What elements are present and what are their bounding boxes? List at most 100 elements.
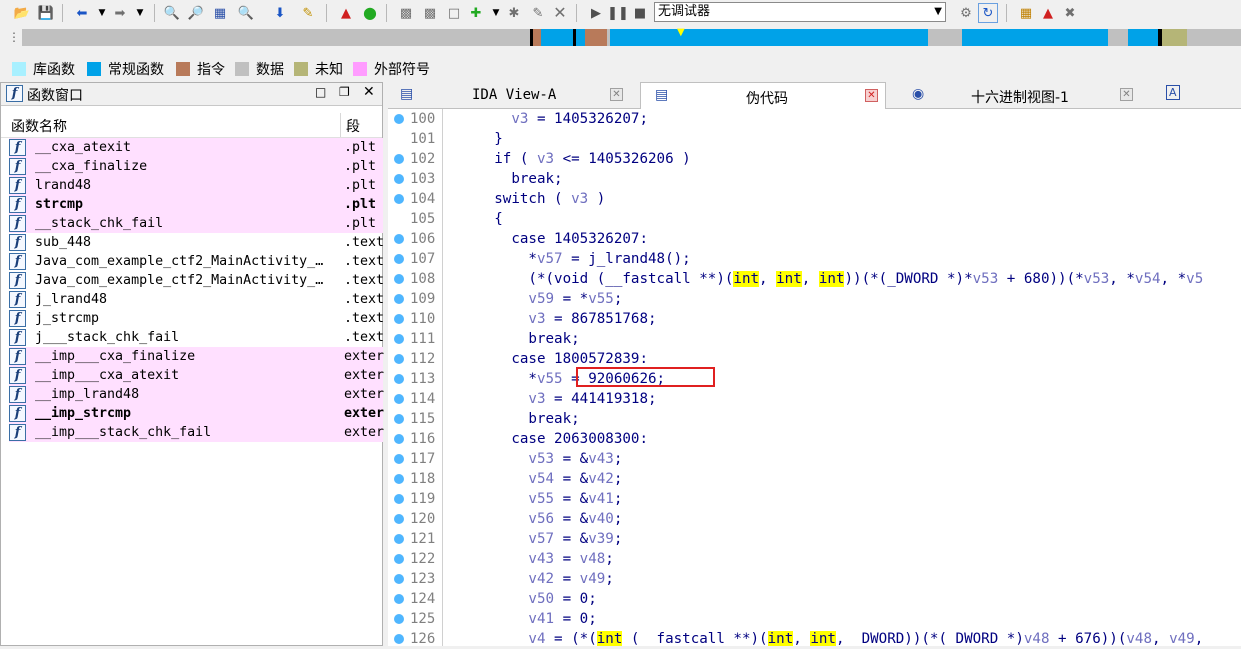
function-row[interactable]: f __imp___cxa_atexit extern: [9, 366, 384, 385]
line-number[interactable]: 126: [388, 629, 442, 649]
code-line[interactable]: case 2063008300:: [443, 429, 648, 449]
breakpoint-dot-icon[interactable]: [394, 554, 404, 564]
function-row[interactable]: f __imp_lrand48 extern: [9, 385, 384, 404]
code-line[interactable]: {: [443, 209, 503, 229]
line-number[interactable]: 119: [388, 489, 442, 509]
patch-icon[interactable]: ✱: [504, 3, 524, 23]
code-line[interactable]: v41 = 0;: [443, 609, 596, 629]
function-row[interactable]: f Java_com_example_ctf2_MainActivity_… .te…: [9, 271, 384, 290]
function-row[interactable]: f __stack_chk_fail .plt: [9, 214, 383, 233]
line-number[interactable]: 122: [388, 549, 442, 569]
breakpoint-dot-icon[interactable]: [394, 294, 404, 304]
close-plugin-icon[interactable]: ✖: [1060, 3, 1080, 23]
breakpoint-dot-icon[interactable]: [394, 314, 404, 324]
jump-down-icon[interactable]: ⬇: [270, 3, 290, 23]
line-number[interactable]: 125: [388, 609, 442, 629]
line-number[interactable]: 121: [388, 529, 442, 549]
line-number[interactable]: 103: [388, 169, 442, 189]
tab-close-icon[interactable]: ✕: [610, 88, 623, 101]
code-line[interactable]: v3 = 1405326207;: [443, 109, 648, 129]
code-line[interactable]: *v57 = j_lrand48();: [443, 249, 690, 269]
code-line[interactable]: v57 = &v39;: [443, 529, 622, 549]
code-line[interactable]: case 1800572839:: [443, 349, 648, 369]
function-row[interactable]: f j_strcmp .text: [9, 309, 384, 328]
code-line[interactable]: switch ( v3 ): [443, 189, 605, 209]
line-number[interactable]: 118: [388, 469, 442, 489]
search-text-icon[interactable]: 🔍: [162, 3, 182, 23]
function-row[interactable]: f j_lrand48 .text: [9, 290, 384, 309]
close-icon[interactable]: ✕: [363, 84, 375, 100]
pause-icon[interactable]: ❚❚: [607, 3, 629, 23]
breakpoint-dot-icon[interactable]: [394, 534, 404, 544]
breakpoint-dot-icon[interactable]: [394, 114, 404, 124]
line-number[interactable]: 109: [388, 289, 442, 309]
breakpoint-dot-icon[interactable]: [394, 454, 404, 464]
create-function-icon[interactable]: ▩: [396, 3, 416, 23]
code-line[interactable]: v43 = v48;: [443, 549, 613, 569]
line-number[interactable]: 105: [388, 209, 442, 229]
close-x-icon[interactable]: ✕: [550, 3, 570, 23]
line-number[interactable]: 106: [388, 229, 442, 249]
float-window-icon[interactable]: ❐: [339, 85, 350, 99]
code-line[interactable]: case 1405326207:: [443, 229, 648, 249]
breakpoint-dot-icon[interactable]: [394, 494, 404, 504]
code-line[interactable]: v50 = 0;: [443, 589, 596, 609]
column-header-name[interactable]: 函数名称: [11, 116, 67, 136]
breakpoint-dot-icon[interactable]: [394, 374, 404, 384]
breakpoint-dot-icon[interactable]: [394, 614, 404, 624]
line-number[interactable]: 117: [388, 449, 442, 469]
attach-process-icon[interactable]: ↻: [978, 3, 998, 23]
line-number[interactable]: 107: [388, 249, 442, 269]
breakpoint-dot-icon[interactable]: [394, 594, 404, 604]
column-divider[interactable]: [340, 113, 341, 137]
line-number[interactable]: 104: [388, 189, 442, 209]
breakpoint-dot-icon[interactable]: [394, 334, 404, 344]
function-row[interactable]: f __cxa_finalize .plt: [9, 157, 383, 176]
line-number[interactable]: 115: [388, 409, 442, 429]
breakpoint-dot-icon[interactable]: [394, 394, 404, 404]
mark-position-icon[interactable]: ✎: [298, 3, 318, 23]
minimize-icon[interactable]: □: [315, 85, 326, 99]
function-row[interactable]: f j___stack_chk_fail .text: [9, 328, 384, 347]
breakpoint-dot-icon[interactable]: [394, 434, 404, 444]
function-row[interactable]: f __imp_strcmp extern: [9, 404, 384, 423]
line-number[interactable]: 102: [388, 149, 442, 169]
rename-icon[interactable]: ✎: [528, 3, 548, 23]
function-row[interactable]: f Java_com_example_ctf2_MainActivity_… .te…: [9, 252, 384, 271]
play-icon[interactable]: ▶: [586, 3, 606, 23]
back-arrow-icon[interactable]: ⬅: [72, 3, 92, 23]
column-header-segment[interactable]: 段: [346, 116, 360, 136]
breakpoint-dot-icon[interactable]: [394, 234, 404, 244]
code-line[interactable]: (*(void (__fastcall **)(int, int, int))(…: [443, 269, 1203, 289]
forward-arrow-icon[interactable]: ➡: [110, 3, 130, 23]
code-line[interactable]: v54 = &v42;: [443, 469, 622, 489]
function-row[interactable]: f strcmp .plt: [9, 195, 383, 214]
debugger-select[interactable]: 无调试器 ▼: [654, 2, 946, 22]
breakpoint-dot-icon[interactable]: [394, 354, 404, 364]
line-number[interactable]: 100: [388, 109, 442, 129]
breakpoint-dot-icon[interactable]: [394, 474, 404, 484]
code-line[interactable]: v3 = 441419318;: [443, 389, 656, 409]
add-struct-icon[interactable]: □: [444, 3, 464, 23]
line-number[interactable]: 114: [388, 389, 442, 409]
search-binary-icon[interactable]: 🔎: [186, 3, 206, 23]
save-icon[interactable]: 💾: [36, 3, 56, 23]
script-icon[interactable]: ▦: [1016, 3, 1036, 23]
breakpoint-dot-icon[interactable]: [394, 154, 404, 164]
tab-structures[interactable]: A: [1152, 82, 1241, 108]
navigation-bar[interactable]: ▼: [22, 27, 1241, 46]
breakpoint-dot-icon[interactable]: [394, 254, 404, 264]
function-row[interactable]: f sub_448 .text: [9, 233, 384, 252]
breakpoint-dot-icon[interactable]: [394, 174, 404, 184]
code-line[interactable]: v42 = v49;: [443, 569, 613, 589]
search-next-icon[interactable]: 🔍: [236, 3, 256, 23]
back-dropdown-icon[interactable]: ▼: [92, 3, 112, 23]
add-plus-icon[interactable]: ✚: [466, 3, 486, 23]
edit-function-icon[interactable]: ▩: [420, 3, 440, 23]
breakpoint-dot-icon[interactable]: [394, 634, 404, 644]
line-number[interactable]: 108: [388, 269, 442, 289]
tab-pseudocode[interactable]: ▤ 伪代码 ✕: [640, 82, 886, 109]
line-number[interactable]: 101: [388, 129, 442, 149]
line-number[interactable]: 110: [388, 309, 442, 329]
breakpoint-dot-icon[interactable]: [394, 194, 404, 204]
